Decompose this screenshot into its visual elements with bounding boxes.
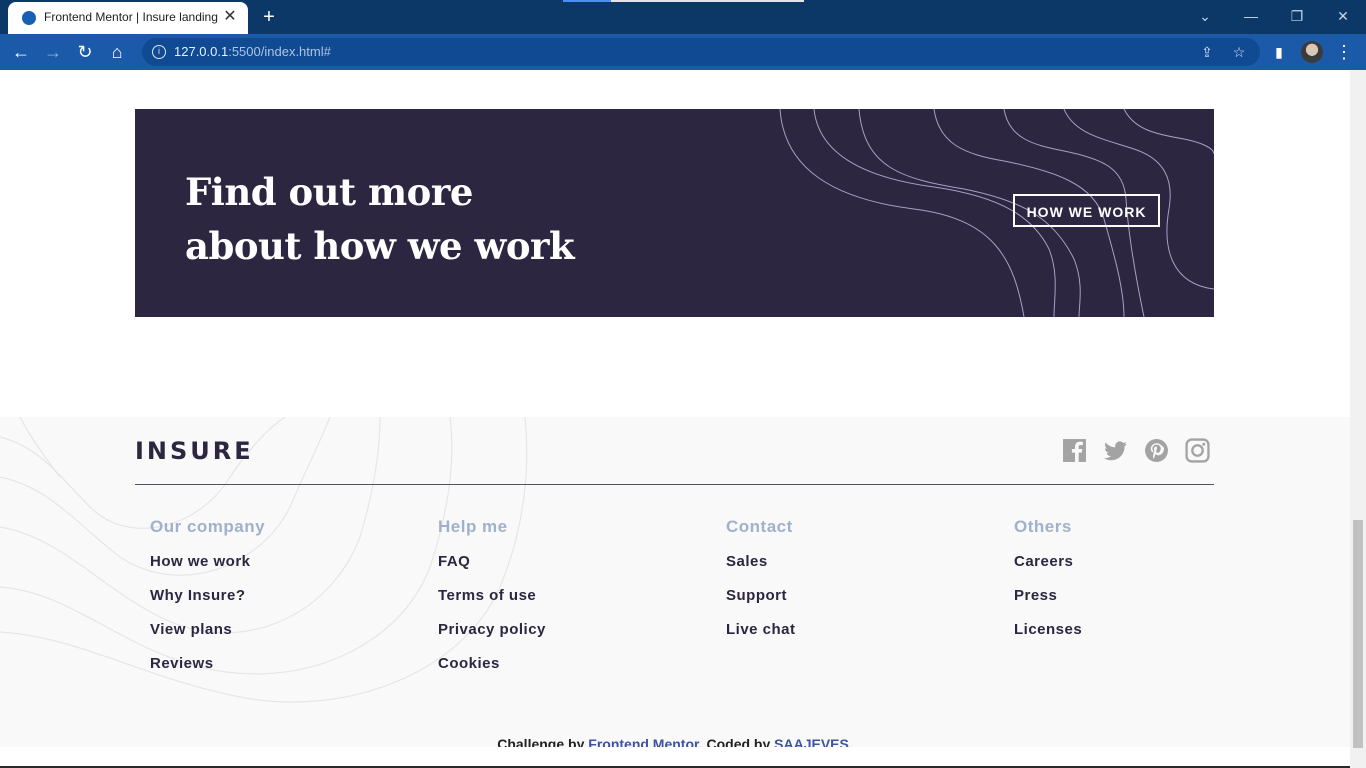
footer-link[interactable]: Terms of use bbox=[438, 587, 698, 621]
instagram-icon[interactable] bbox=[1185, 438, 1210, 463]
footer-divider bbox=[135, 484, 1214, 485]
minimize-icon[interactable]: — bbox=[1238, 6, 1264, 26]
profile-avatar[interactable] bbox=[1301, 41, 1323, 63]
footer-link[interactable]: Careers bbox=[1014, 553, 1274, 587]
footer-link[interactable]: Press bbox=[1014, 587, 1274, 621]
url-text[interactable]: 127.0.0.1:5500/index.html# bbox=[174, 44, 331, 59]
footer-link[interactable]: Licenses bbox=[1014, 621, 1274, 655]
cta-heading: Find out more about how we work bbox=[185, 170, 575, 268]
column-title: Help me bbox=[438, 517, 508, 536]
address-bar[interactable]: i 127.0.0.1:5500/index.html# ⇪ ☆ bbox=[142, 38, 1260, 66]
footer-link[interactable]: Live chat bbox=[726, 621, 986, 655]
author-link[interactable]: SAAJEVES bbox=[774, 736, 849, 747]
footer-column-others: Others Careers Press Licenses bbox=[1014, 517, 1274, 655]
footer-link[interactable]: Privacy policy bbox=[438, 621, 698, 655]
info-icon[interactable]: i bbox=[152, 45, 166, 59]
browser-toolbar: ← → ↻ ⌂ i 127.0.0.1:5500/index.html# ⇪ ☆… bbox=[0, 34, 1366, 70]
forward-icon[interactable]: → bbox=[42, 41, 64, 63]
how-we-work-banner: Find out more about how we work HOW WE W… bbox=[135, 109, 1214, 317]
new-tab-button[interactable]: + bbox=[258, 6, 280, 28]
page-scrollbar[interactable] bbox=[1350, 70, 1366, 768]
column-title: Our company bbox=[150, 517, 266, 536]
footer-column-our-company: Our company How we work Why Insure? View… bbox=[150, 517, 410, 689]
reload-icon[interactable]: ↻ bbox=[74, 41, 96, 63]
scrollbar-thumb[interactable] bbox=[1353, 520, 1363, 748]
footer-link[interactable]: Why Insure? bbox=[150, 587, 410, 621]
frontend-mentor-link[interactable]: Frontend Mentor bbox=[588, 736, 698, 747]
menu-kebab-icon[interactable]: ⋮ bbox=[1333, 41, 1355, 63]
footer-column-help-me: Help me FAQ Terms of use Privacy policy … bbox=[438, 517, 698, 689]
restore-icon[interactable]: ❐ bbox=[1284, 6, 1310, 26]
page-viewport: Find out more about how we work HOW WE W… bbox=[0, 70, 1350, 768]
site-footer: INSURE Our company How we work Why Insur… bbox=[0, 417, 1350, 747]
insure-logo[interactable]: INSURE bbox=[135, 437, 254, 465]
footer-link[interactable]: View plans bbox=[150, 621, 410, 655]
browser-tab-bar: Frontend Mentor | Insure landing page ✕ … bbox=[0, 0, 1366, 34]
loading-indicator bbox=[563, 0, 804, 2]
side-panel-icon[interactable]: ▮ bbox=[1268, 41, 1290, 63]
column-title: Contact bbox=[726, 517, 793, 536]
footer-link[interactable]: How we work bbox=[150, 553, 410, 587]
facebook-icon[interactable] bbox=[1062, 438, 1087, 463]
close-window-icon[interactable]: ✕ bbox=[1330, 6, 1356, 26]
how-we-work-button[interactable]: HOW WE WORK bbox=[1013, 194, 1160, 227]
footer-link[interactable]: Sales bbox=[726, 553, 986, 587]
page-bottom bbox=[0, 747, 1350, 768]
footer-link[interactable]: Support bbox=[726, 587, 986, 621]
tab-title: Frontend Mentor | Insure landing page bbox=[44, 10, 220, 24]
home-icon[interactable]: ⌂ bbox=[106, 41, 128, 63]
pinterest-icon[interactable] bbox=[1144, 438, 1169, 463]
column-title: Others bbox=[1014, 517, 1072, 536]
back-icon[interactable]: ← bbox=[10, 41, 32, 63]
attribution: Challenge by Frontend Mentor. Coded by S… bbox=[0, 736, 1350, 747]
footer-link[interactable]: FAQ bbox=[438, 553, 698, 587]
footer-link[interactable]: Reviews bbox=[150, 655, 410, 689]
browser-tab[interactable]: Frontend Mentor | Insure landing page ✕ bbox=[8, 2, 248, 34]
close-tab-icon[interactable]: ✕ bbox=[220, 7, 240, 27]
twitter-icon[interactable] bbox=[1103, 438, 1128, 463]
share-icon[interactable]: ⇪ bbox=[1198, 43, 1216, 61]
footer-link[interactable]: Cookies bbox=[438, 655, 698, 689]
footer-column-contact: Contact Sales Support Live chat bbox=[726, 517, 986, 655]
tab-search-icon[interactable]: ⌄ bbox=[1192, 6, 1218, 26]
globe-icon bbox=[22, 11, 36, 25]
bookmark-star-icon[interactable]: ☆ bbox=[1230, 43, 1248, 61]
social-links bbox=[1062, 438, 1210, 463]
